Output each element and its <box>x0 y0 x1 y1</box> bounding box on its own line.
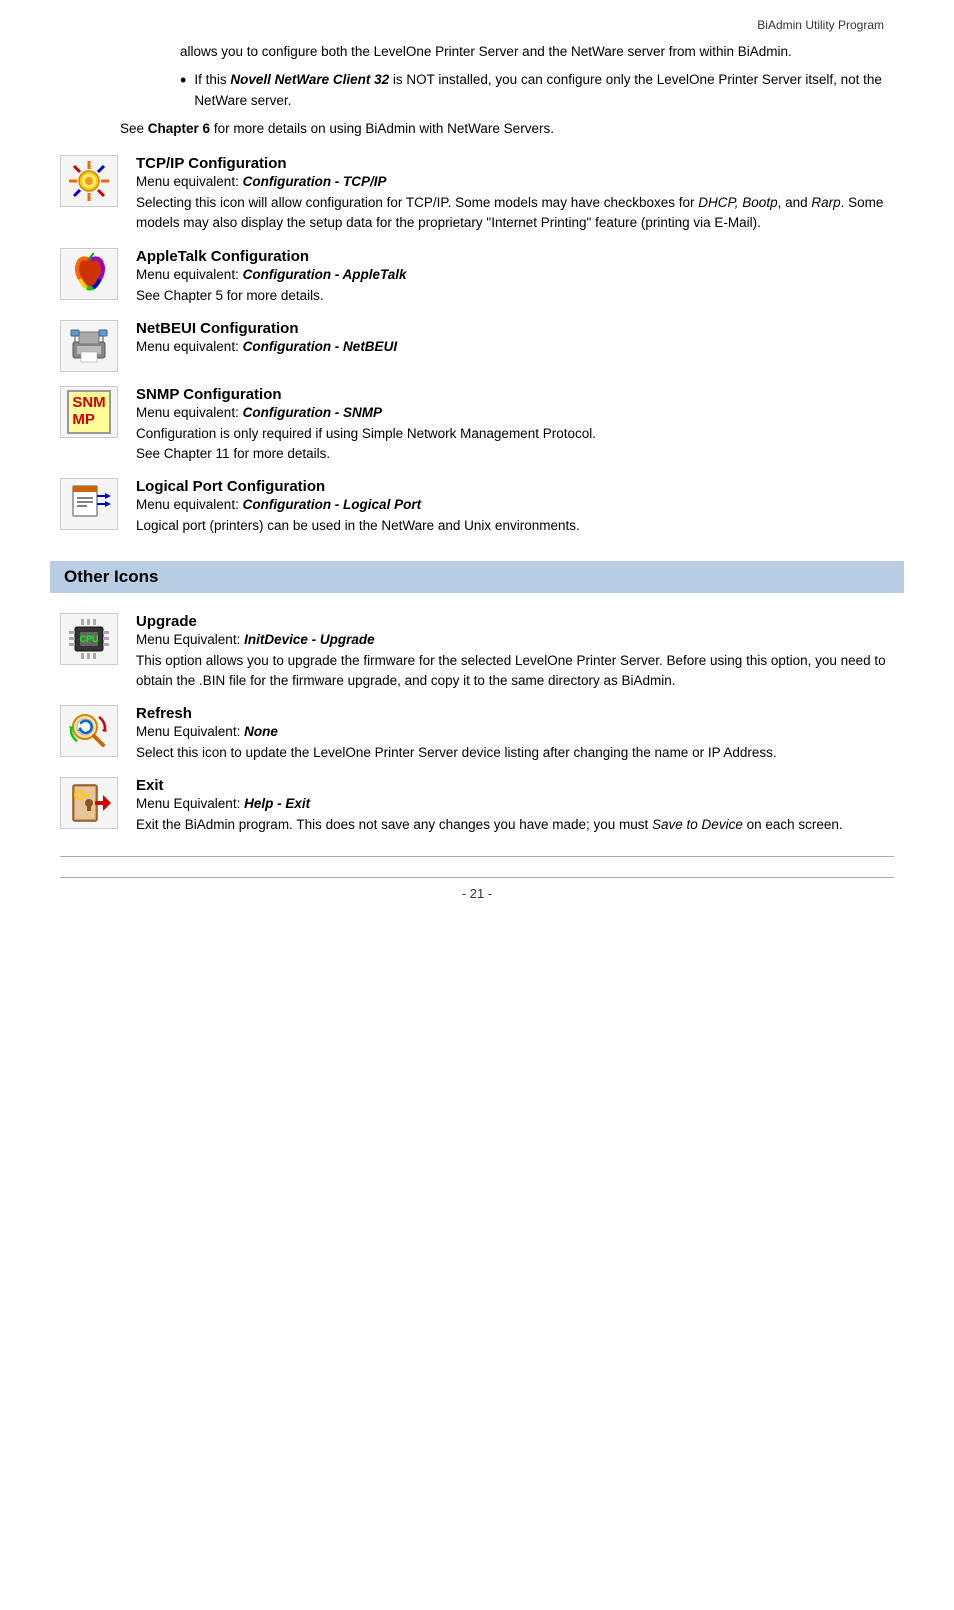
bullet-text: If this Novell NetWare Client 32 is NOT … <box>194 70 894 111</box>
section-appletalk: AppleTalk Configuration Menu equivalent:… <box>60 248 894 306</box>
section-logical: Logical Port Configuration Menu equivale… <box>60 478 894 536</box>
refresh-content: Refresh Menu Equivalent: None Select thi… <box>136 705 894 763</box>
tcpip-content: TCP/IP Configuration Menu equivalent: Co… <box>136 155 894 234</box>
upgrade-desc: This option allows you to upgrade the fi… <box>136 651 894 692</box>
snmp-content: SNMP Configuration Menu equivalent: Conf… <box>136 386 894 465</box>
header-title: BiAdmin Utility Program <box>757 18 884 32</box>
snmp-icon: SNMMP <box>67 390 111 434</box>
netbeui-title: NetBEUI Configuration <box>136 320 894 337</box>
appletalk-menu-equiv: Menu equivalent: Configuration - AppleTa… <box>136 267 894 282</box>
appletalk-content: AppleTalk Configuration Menu equivalent:… <box>136 248 894 306</box>
tcpip-icon <box>67 159 111 203</box>
exit-desc: Exit the BiAdmin program. This does not … <box>136 815 894 835</box>
tcpip-menu-equiv: Menu equivalent: Configuration - TCP/IP <box>136 174 894 189</box>
netbeui-content: NetBEUI Configuration Menu equivalent: C… <box>136 320 894 358</box>
section-tcpip: TCP/IP Configuration Menu equivalent: Co… <box>60 155 894 234</box>
snmp-title: SNMP Configuration <box>136 386 894 403</box>
refresh-icon-box <box>60 705 118 757</box>
upgrade-content: Upgrade Menu Equivalent: InitDevice - Up… <box>136 613 894 692</box>
see-chapter: See Chapter 6 for more details on using … <box>120 119 894 139</box>
upgrade-title: Upgrade <box>136 613 894 630</box>
appletalk-icon <box>67 252 111 296</box>
refresh-icon <box>67 709 111 753</box>
other-icons-header: Other Icons <box>50 561 904 593</box>
logical-desc: Logical port (printers) can be used in t… <box>136 516 894 536</box>
exit-content: Exit Menu Equivalent: Help - Exit Exit t… <box>136 777 894 835</box>
logical-title: Logical Port Configuration <box>136 478 894 495</box>
intro-line1: allows you to configure both the LevelOn… <box>180 42 894 62</box>
section-upgrade: CPU Upgrade Menu Equivalent: InitDevice … <box>60 613 894 692</box>
upgrade-icon: CPU <box>67 617 111 661</box>
svg-text:CPU: CPU <box>79 634 98 644</box>
netbeui-menu-equiv: Menu equivalent: Configuration - NetBEUI <box>136 339 894 354</box>
exit-icon <box>67 781 111 825</box>
logical-content: Logical Port Configuration Menu equivale… <box>136 478 894 536</box>
appletalk-icon-box <box>60 248 118 300</box>
logical-icon <box>67 482 111 526</box>
page-header: BiAdmin Utility Program <box>60 18 894 32</box>
logical-menu-equiv: Menu equivalent: Configuration - Logical… <box>136 497 894 512</box>
appletalk-desc: See Chapter 5 for more details. <box>136 286 894 306</box>
appletalk-title: AppleTalk Configuration <box>136 248 894 265</box>
section-exit: Exit Menu Equivalent: Help - Exit Exit t… <box>60 777 894 835</box>
exit-menu-equiv: Menu Equivalent: Help - Exit <box>136 796 894 811</box>
tcpip-icon-box <box>60 155 118 207</box>
section-snmp: SNMMP SNMP Configuration Menu equivalent… <box>60 386 894 465</box>
netbeui-icon <box>67 324 111 368</box>
logical-icon-box <box>60 478 118 530</box>
refresh-title: Refresh <box>136 705 894 722</box>
page: BiAdmin Utility Program allows you to co… <box>0 0 954 1610</box>
tcpip-desc: Selecting this icon will allow configura… <box>136 193 894 234</box>
snmp-desc: Configuration is only required if using … <box>136 424 894 465</box>
snmp-menu-equiv: Menu equivalent: Configuration - SNMP <box>136 405 894 420</box>
exit-title: Exit <box>136 777 894 794</box>
refresh-menu-equiv: Menu Equivalent: None <box>136 724 894 739</box>
page-divider <box>60 856 894 857</box>
snmp-icon-box: SNMMP <box>60 386 118 438</box>
intro-bullet: • If this Novell NetWare Client 32 is NO… <box>180 70 894 111</box>
exit-icon-box <box>60 777 118 829</box>
refresh-desc: Select this icon to update the LevelOne … <box>136 743 894 763</box>
upgrade-menu-equiv: Menu Equivalent: InitDevice - Upgrade <box>136 632 894 647</box>
section-refresh: Refresh Menu Equivalent: None Select thi… <box>60 705 894 763</box>
page-number: - 21 - <box>60 877 894 901</box>
section-netbeui: NetBEUI Configuration Menu equivalent: C… <box>60 320 894 372</box>
bullet-dot: • <box>180 70 186 92</box>
tcpip-title: TCP/IP Configuration <box>136 155 894 172</box>
upgrade-icon-box: CPU <box>60 613 118 665</box>
netbeui-icon-box <box>60 320 118 372</box>
